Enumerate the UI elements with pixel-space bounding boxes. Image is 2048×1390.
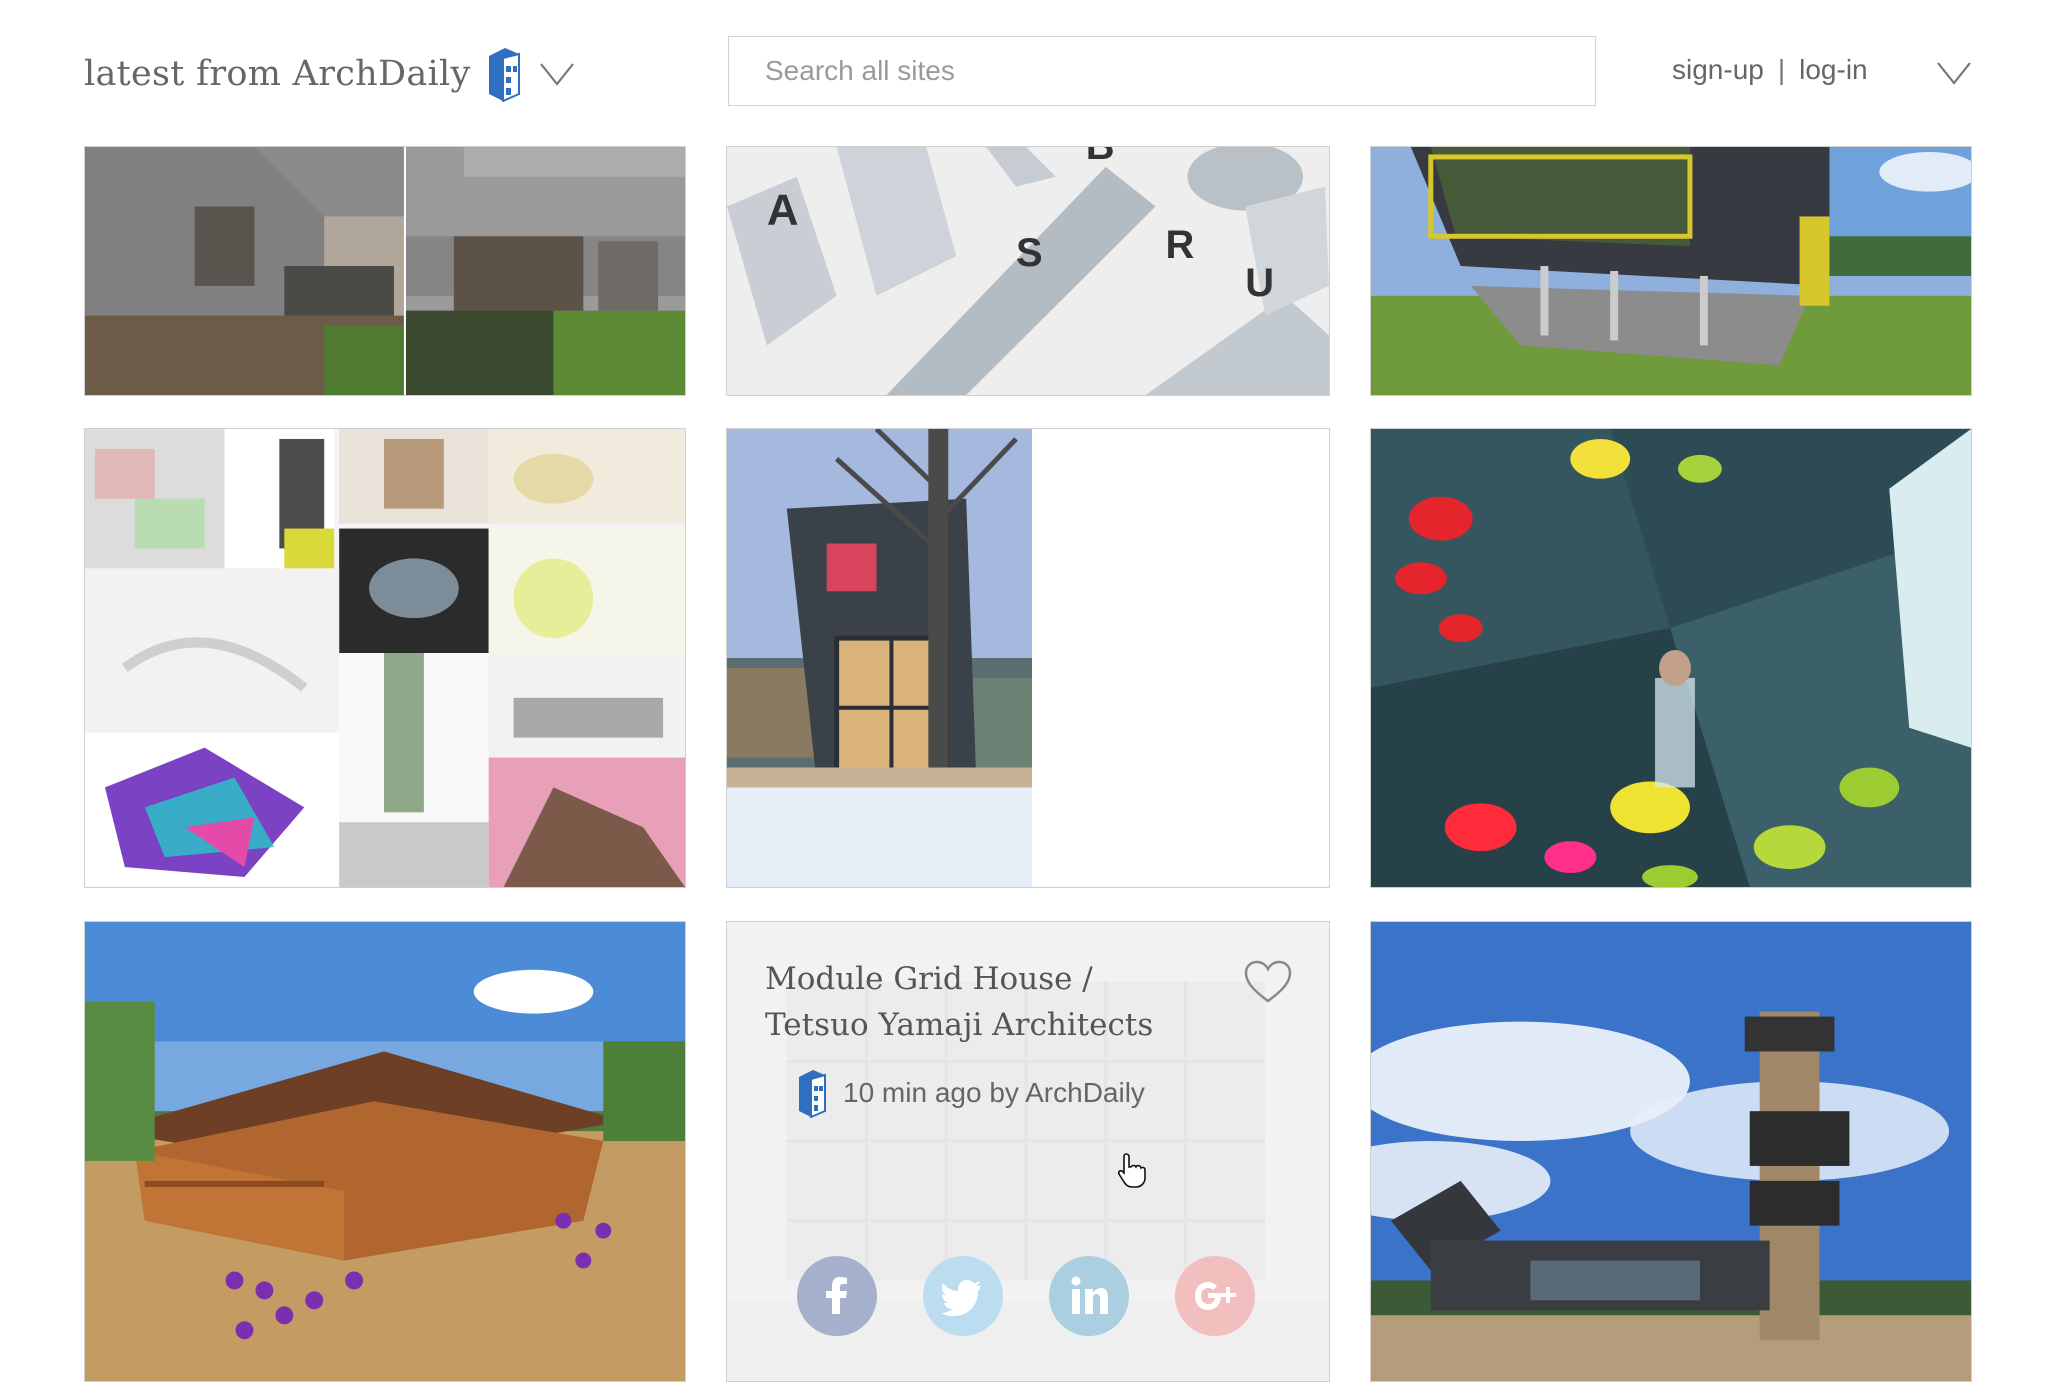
archdaily-logo-icon (799, 1070, 826, 1118)
project-image (727, 429, 1329, 887)
google-plus-icon (1195, 1282, 1236, 1310)
brand: latest from ArchDaily (84, 44, 575, 104)
project-meta: 10 min ago by ArchDaily (797, 1068, 1145, 1118)
separator: | (1777, 54, 1786, 85)
twitter-share-button[interactable] (923, 1256, 1003, 1336)
project-card-module-grid-house[interactable]: Module Grid House / Tetsuo Yamaji Archit… (726, 921, 1330, 1382)
facebook-icon (826, 1277, 847, 1314)
project-image (1371, 922, 1971, 1381)
archdaily-logo-icon[interactable] (487, 46, 521, 102)
project-image (1371, 147, 1971, 395)
top-bar: latest from ArchDaily sign-up | log-in (0, 0, 2048, 140)
project-tile-school-building[interactable] (84, 921, 686, 1382)
svg-text:R: R (1166, 223, 1195, 267)
project-image (85, 429, 685, 887)
project-tile-elevated-building[interactable] (1370, 146, 1972, 396)
svg-text:A: A (767, 185, 799, 234)
login-link[interactable]: log-in (1799, 54, 1867, 86)
search-box (728, 36, 1596, 106)
twitter-icon (941, 1280, 981, 1316)
project-image: A B S R U (727, 147, 1329, 395)
heart-icon[interactable] (1243, 960, 1293, 1004)
signup-link[interactable]: sign-up (1672, 54, 1764, 86)
post-time-author: 10 min ago by ArchDaily (843, 1077, 1145, 1108)
project-tile-wooden-tower[interactable] (1370, 921, 1972, 1382)
hand-pointer-icon (1117, 1153, 1146, 1188)
google-plus-share-button[interactable] (1175, 1256, 1255, 1336)
facebook-share-button[interactable] (797, 1256, 877, 1336)
brand-title: latest from ArchDaily (84, 54, 471, 94)
project-tile-city-model[interactable]: A B S R U (726, 146, 1330, 396)
linkedin-share-button[interactable] (1049, 1256, 1129, 1336)
project-tile-collage[interactable] (84, 428, 686, 888)
chevron-down-icon[interactable] (1936, 60, 1972, 86)
svg-text:S: S (1016, 231, 1043, 275)
project-tile-brick-house[interactable] (84, 146, 686, 396)
auth-links: sign-up | log-in (1672, 54, 1868, 86)
project-image (85, 147, 685, 395)
project-tile-snow-house[interactable] (726, 428, 1330, 888)
project-image (85, 922, 685, 1381)
chevron-down-icon[interactable] (539, 61, 575, 87)
project-tile-climbing-interior[interactable] (1370, 428, 1972, 888)
svg-text:U: U (1245, 261, 1274, 305)
project-title[interactable]: Module Grid House / Tetsuo Yamaji Archit… (765, 956, 1205, 1048)
search-input[interactable] (729, 37, 1595, 105)
project-image (1371, 429, 1971, 887)
linkedin-icon (1071, 1276, 1108, 1314)
svg-text:B: B (1086, 147, 1115, 168)
